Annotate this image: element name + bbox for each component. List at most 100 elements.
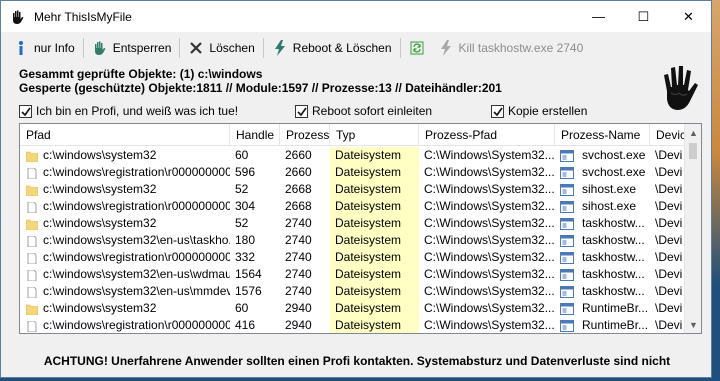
table-row[interactable]: c:\windows\registration\r000000000... 332… (20, 249, 685, 266)
cell-process-id: 2660 (285, 148, 312, 162)
desktop-background (712, 0, 720, 381)
cell-process-name: taskhostw... (555, 215, 650, 232)
reboot-delete-button[interactable]: Reboot & Löschen (268, 36, 396, 60)
cell-type: Dateisystem (330, 164, 419, 181)
cell-handle: 416 (235, 318, 256, 332)
table-row[interactable]: c:\windows\system32 60 2940 Dateisystem C:\W… (20, 300, 685, 317)
checkbox-box[interactable] (19, 104, 32, 118)
cell-process-name: taskhostw... (555, 283, 650, 300)
cell-device: \Devi (655, 284, 683, 298)
cell-type: Dateisystem (330, 198, 419, 215)
toolbar-separator (399, 38, 401, 58)
column-header-device[interactable]: Devic (650, 124, 685, 146)
kill-process-label: Kill taskhostw.exe 2740 (458, 41, 584, 55)
column-header-process-name[interactable]: Prozess-Name (555, 124, 650, 146)
process-window-icon (560, 302, 574, 315)
cell-type: Dateisystem (330, 147, 419, 164)
cell-device: \Devi (655, 165, 683, 179)
delete-button[interactable]: Löschen (184, 36, 258, 60)
locked-objects-list[interactable]: Pfad Handle Prozess Typ Prozess-Pfad Pro… (19, 123, 702, 334)
refresh-button[interactable] (405, 36, 434, 60)
minimize-button[interactable]: — (576, 1, 621, 32)
cell-process-path: C:\Windows\System32... (424, 233, 555, 247)
profi-checkbox[interactable]: Ich bin en Profi, und weiß was ich tue! (19, 104, 238, 118)
table-row[interactable]: c:\windows\system32\en-us\mmdev... 1576 27… (20, 283, 685, 300)
cell-type: Dateisystem (330, 317, 419, 333)
column-header-process-path[interactable]: Prozess-Pfad (419, 124, 555, 146)
process-name-text: taskhostw... (582, 233, 645, 247)
file-icon (26, 286, 38, 299)
cell-device: \Devi (655, 216, 683, 230)
process-name-text: taskhostw... (582, 267, 645, 281)
cell-process-path: C:\Windows\System32... (424, 318, 555, 332)
column-header-handle[interactable]: Handle (230, 124, 280, 146)
scroll-up-icon[interactable]: ▲ (685, 124, 701, 141)
profi-label: Ich bin en Profi, und weiß was ich tue! (36, 104, 239, 118)
cell-process-path: C:\Windows\System32... (424, 301, 555, 315)
table-row[interactable]: c:\windows\registration\r000000000... 596… (20, 164, 685, 181)
cell-process-id: 2740 (285, 267, 312, 281)
cell-handle: 596 (235, 165, 256, 179)
copy-checkbox[interactable]: Kopie erstellen (491, 104, 587, 118)
close-icon: ✕ (683, 8, 694, 24)
path-text: c:\windows\registration\r000000000... (43, 199, 230, 213)
column-header-path[interactable]: Pfad (20, 124, 230, 146)
table-row[interactable]: c:\windows\registration\r000000000... 416… (20, 317, 685, 333)
maximize-button[interactable]: ☐ (621, 1, 666, 32)
hand-logo-icon (13, 10, 24, 24)
cell-device: \Devi (655, 233, 683, 247)
process-window-icon (560, 234, 574, 247)
process-name-text: taskhostw... (582, 216, 645, 230)
delete-icon (188, 40, 204, 56)
summary-info: Gesammt geprüfte Objekte: (1) c:\windows… (19, 67, 502, 95)
unlock-button[interactable]: Entsperren (88, 36, 176, 60)
process-window-icon (560, 183, 574, 196)
cell-type: Dateisystem (330, 181, 419, 198)
kill-process-button[interactable]: Kill taskhostw.exe 2740 (434, 36, 588, 60)
list-header: Pfad Handle Prozess Typ Prozess-Pfad Pro… (20, 124, 685, 146)
warning-text: ACHTUNG! Unerfahrene Anwender sollten ei… (43, 354, 671, 368)
table-row[interactable]: c:\windows\system32 52 2740 Dateisystem C:\W… (20, 215, 685, 232)
process-window-icon (560, 166, 574, 179)
checkbox-box[interactable] (295, 104, 308, 118)
table-row[interactable]: c:\windows\registration\r000000000... 304… (20, 198, 685, 215)
cell-path: c:\windows\registration\r000000000... (20, 164, 230, 181)
folder-icon (25, 303, 39, 316)
cell-handle: 1576 (235, 284, 262, 298)
path-text: c:\windows\system32 (43, 301, 157, 315)
cell-path: c:\windows\system32\en-us\wdmau... (20, 266, 230, 283)
title-bar[interactable]: Mehr ThisIsMyFile — ☐ ✕ (1, 1, 711, 32)
close-button[interactable]: ✕ (666, 1, 711, 32)
reboot-checkbox[interactable]: Reboot sofort einleiten (295, 104, 432, 118)
cell-device: \Devi (655, 148, 683, 162)
summary-checked-objects: Gesammt geprüfte Objekte: (1) c:\windows (19, 67, 263, 81)
checkbox-box[interactable] (491, 104, 504, 118)
cell-handle: 332 (235, 250, 256, 264)
path-text: c:\windows\system32 (43, 148, 157, 162)
table-row[interactable]: c:\windows\system32\en-us\taskho... 180 27… (20, 232, 685, 249)
folder-icon (25, 184, 39, 197)
table-row[interactable]: c:\windows\system32 60 2660 Dateisystem C:\W… (20, 147, 685, 164)
reboot-label: Reboot sofort einleiten (312, 104, 433, 118)
table-row[interactable]: c:\windows\system32\en-us\wdmau... 1564 27… (20, 266, 685, 283)
window-title: Mehr ThisIsMyFile (34, 9, 132, 24)
cell-path: c:\windows\system32\en-us\mmdev... (20, 283, 230, 300)
cell-process-path: C:\Windows\System32... (424, 148, 555, 162)
cell-process-name: taskhostw... (555, 266, 650, 283)
process-name-text: svchost.exe (582, 165, 646, 179)
minimize-icon: — (592, 9, 605, 24)
table-row[interactable]: c:\windows\system32 52 2668 Dateisystem C:\W… (20, 181, 685, 198)
cell-type: Dateisystem (330, 266, 419, 283)
file-icon (26, 320, 38, 333)
process-window-icon (560, 268, 574, 281)
column-header-process[interactable]: Prozess (280, 124, 330, 146)
vertical-scrollbar[interactable]: ▲ ▼ (684, 124, 701, 333)
info-button[interactable]: nur Info (9, 36, 79, 60)
cell-process-name: svchost.exe (555, 147, 650, 164)
scroll-down-icon[interactable]: ▼ (685, 316, 701, 333)
process-window-icon (560, 149, 574, 162)
maximize-icon: ☐ (637, 8, 650, 24)
column-header-type[interactable]: Typ (330, 124, 419, 146)
cell-type: Dateisystem (330, 300, 419, 317)
scroll-thumb[interactable] (689, 143, 697, 159)
